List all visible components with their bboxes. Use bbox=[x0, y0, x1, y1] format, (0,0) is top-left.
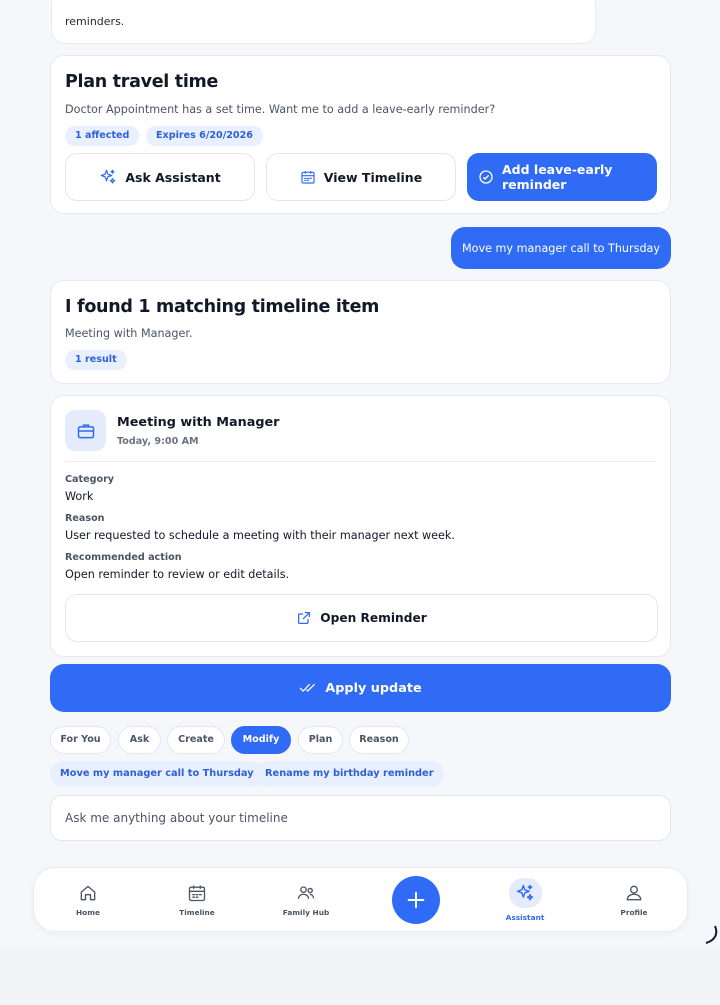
filter-plan[interactable]: Plan bbox=[298, 726, 343, 754]
filter-for-you[interactable]: For You bbox=[50, 726, 111, 754]
tab-family-hub[interactable]: Family Hub bbox=[266, 868, 346, 933]
plan-travel-card: Plan travel time Doctor Appointment has … bbox=[50, 55, 671, 214]
external-link-icon bbox=[298, 612, 311, 624]
calendar-icon bbox=[188, 885, 206, 902]
corner-curve-mark bbox=[705, 925, 718, 944]
double-check-icon bbox=[300, 683, 316, 692]
tab-home-label: Home bbox=[76, 908, 100, 917]
add-leave-early-label: Add leave-early reminder bbox=[502, 162, 613, 192]
affected-chip: 1 affected bbox=[65, 126, 140, 146]
meeting-title: Meeting with Manager bbox=[117, 415, 280, 430]
meeting-detail-card: Meeting with Manager Today, 9:00 AM Cate… bbox=[50, 395, 671, 657]
action-label: Recommended action bbox=[65, 552, 182, 563]
user-message-bubble: Move my manager call to Thursday bbox=[451, 227, 671, 269]
previous-card-text: reminders. bbox=[65, 15, 125, 28]
view-timeline-label: View Timeline bbox=[323, 169, 423, 185]
match-description: Meeting with Manager. bbox=[65, 327, 193, 340]
calendar-icon bbox=[301, 171, 315, 184]
tab-assistant-label: Assistant bbox=[505, 913, 545, 922]
ask-assistant-label: Ask Assistant bbox=[125, 169, 221, 185]
tab-timeline-label: Timeline bbox=[179, 908, 215, 917]
users-icon bbox=[297, 886, 315, 899]
user-icon bbox=[626, 885, 642, 901]
apply-update-label: Apply update bbox=[325, 680, 422, 696]
open-reminder-button[interactable]: Open Reminder bbox=[65, 594, 658, 642]
add-leave-early-button[interactable]: Add leave-early reminder bbox=[467, 153, 657, 201]
bottom-tab-bar: Home Timeline Family Hub Assistant Profi… bbox=[33, 867, 688, 932]
suggestion-rename-birthday[interactable]: Rename my birthday reminder bbox=[255, 761, 444, 787]
reason-label: Reason bbox=[65, 513, 105, 524]
meeting-time: Today, 9:00 AM bbox=[117, 436, 199, 447]
check-circle-icon bbox=[479, 170, 493, 184]
briefcase-icon bbox=[65, 410, 106, 451]
tab-home[interactable]: Home bbox=[48, 868, 128, 933]
filter-ask[interactable]: Ask bbox=[118, 726, 161, 754]
match-title: I found 1 matching timeline item bbox=[65, 297, 380, 317]
plan-card-description: Doctor Appointment has a set time. Want … bbox=[65, 103, 496, 116]
result-count-chip: 1 result bbox=[65, 350, 127, 370]
open-reminder-label: Open Reminder bbox=[320, 611, 427, 625]
sparkles-icon bbox=[516, 884, 534, 901]
view-timeline-button[interactable]: View Timeline bbox=[266, 153, 456, 201]
filter-reason[interactable]: Reason bbox=[349, 726, 409, 754]
add-fab-button[interactable] bbox=[392, 876, 440, 924]
tab-family-hub-label: Family Hub bbox=[282, 908, 330, 917]
ask-assistant-button[interactable]: Ask Assistant bbox=[65, 153, 255, 201]
tab-profile[interactable]: Profile bbox=[594, 868, 674, 933]
filter-modify[interactable]: Modify bbox=[231, 726, 291, 754]
match-result-card: I found 1 matching timeline item Meeting… bbox=[50, 280, 671, 384]
home-icon bbox=[80, 885, 96, 901]
category-label: Category bbox=[65, 474, 115, 485]
expires-chip: Expires 6/20/2026 bbox=[146, 126, 263, 146]
tab-timeline[interactable]: Timeline bbox=[157, 868, 237, 933]
suggestion-move-call[interactable]: Move my manager call to Thursday bbox=[50, 761, 264, 787]
assistant-input[interactable] bbox=[50, 795, 671, 841]
plus-icon bbox=[407, 891, 425, 909]
sparkles-icon bbox=[100, 169, 116, 184]
action-value: Open reminder to review or edit details. bbox=[65, 568, 290, 581]
assistant-screen: reminders. Plan travel time Doctor Appoi… bbox=[0, 0, 720, 945]
tab-assistant[interactable]: Assistant bbox=[485, 868, 565, 933]
tab-profile-label: Profile bbox=[620, 908, 648, 917]
filter-create[interactable]: Create bbox=[167, 726, 225, 754]
apply-update-button[interactable]: Apply update bbox=[50, 664, 671, 712]
category-value: Work bbox=[65, 490, 94, 503]
reason-value: User requested to schedule a meeting wit… bbox=[65, 529, 455, 542]
plan-card-title: Plan travel time bbox=[65, 72, 219, 92]
divider bbox=[65, 461, 656, 462]
previous-suggestion-card: reminders. bbox=[51, 0, 596, 44]
